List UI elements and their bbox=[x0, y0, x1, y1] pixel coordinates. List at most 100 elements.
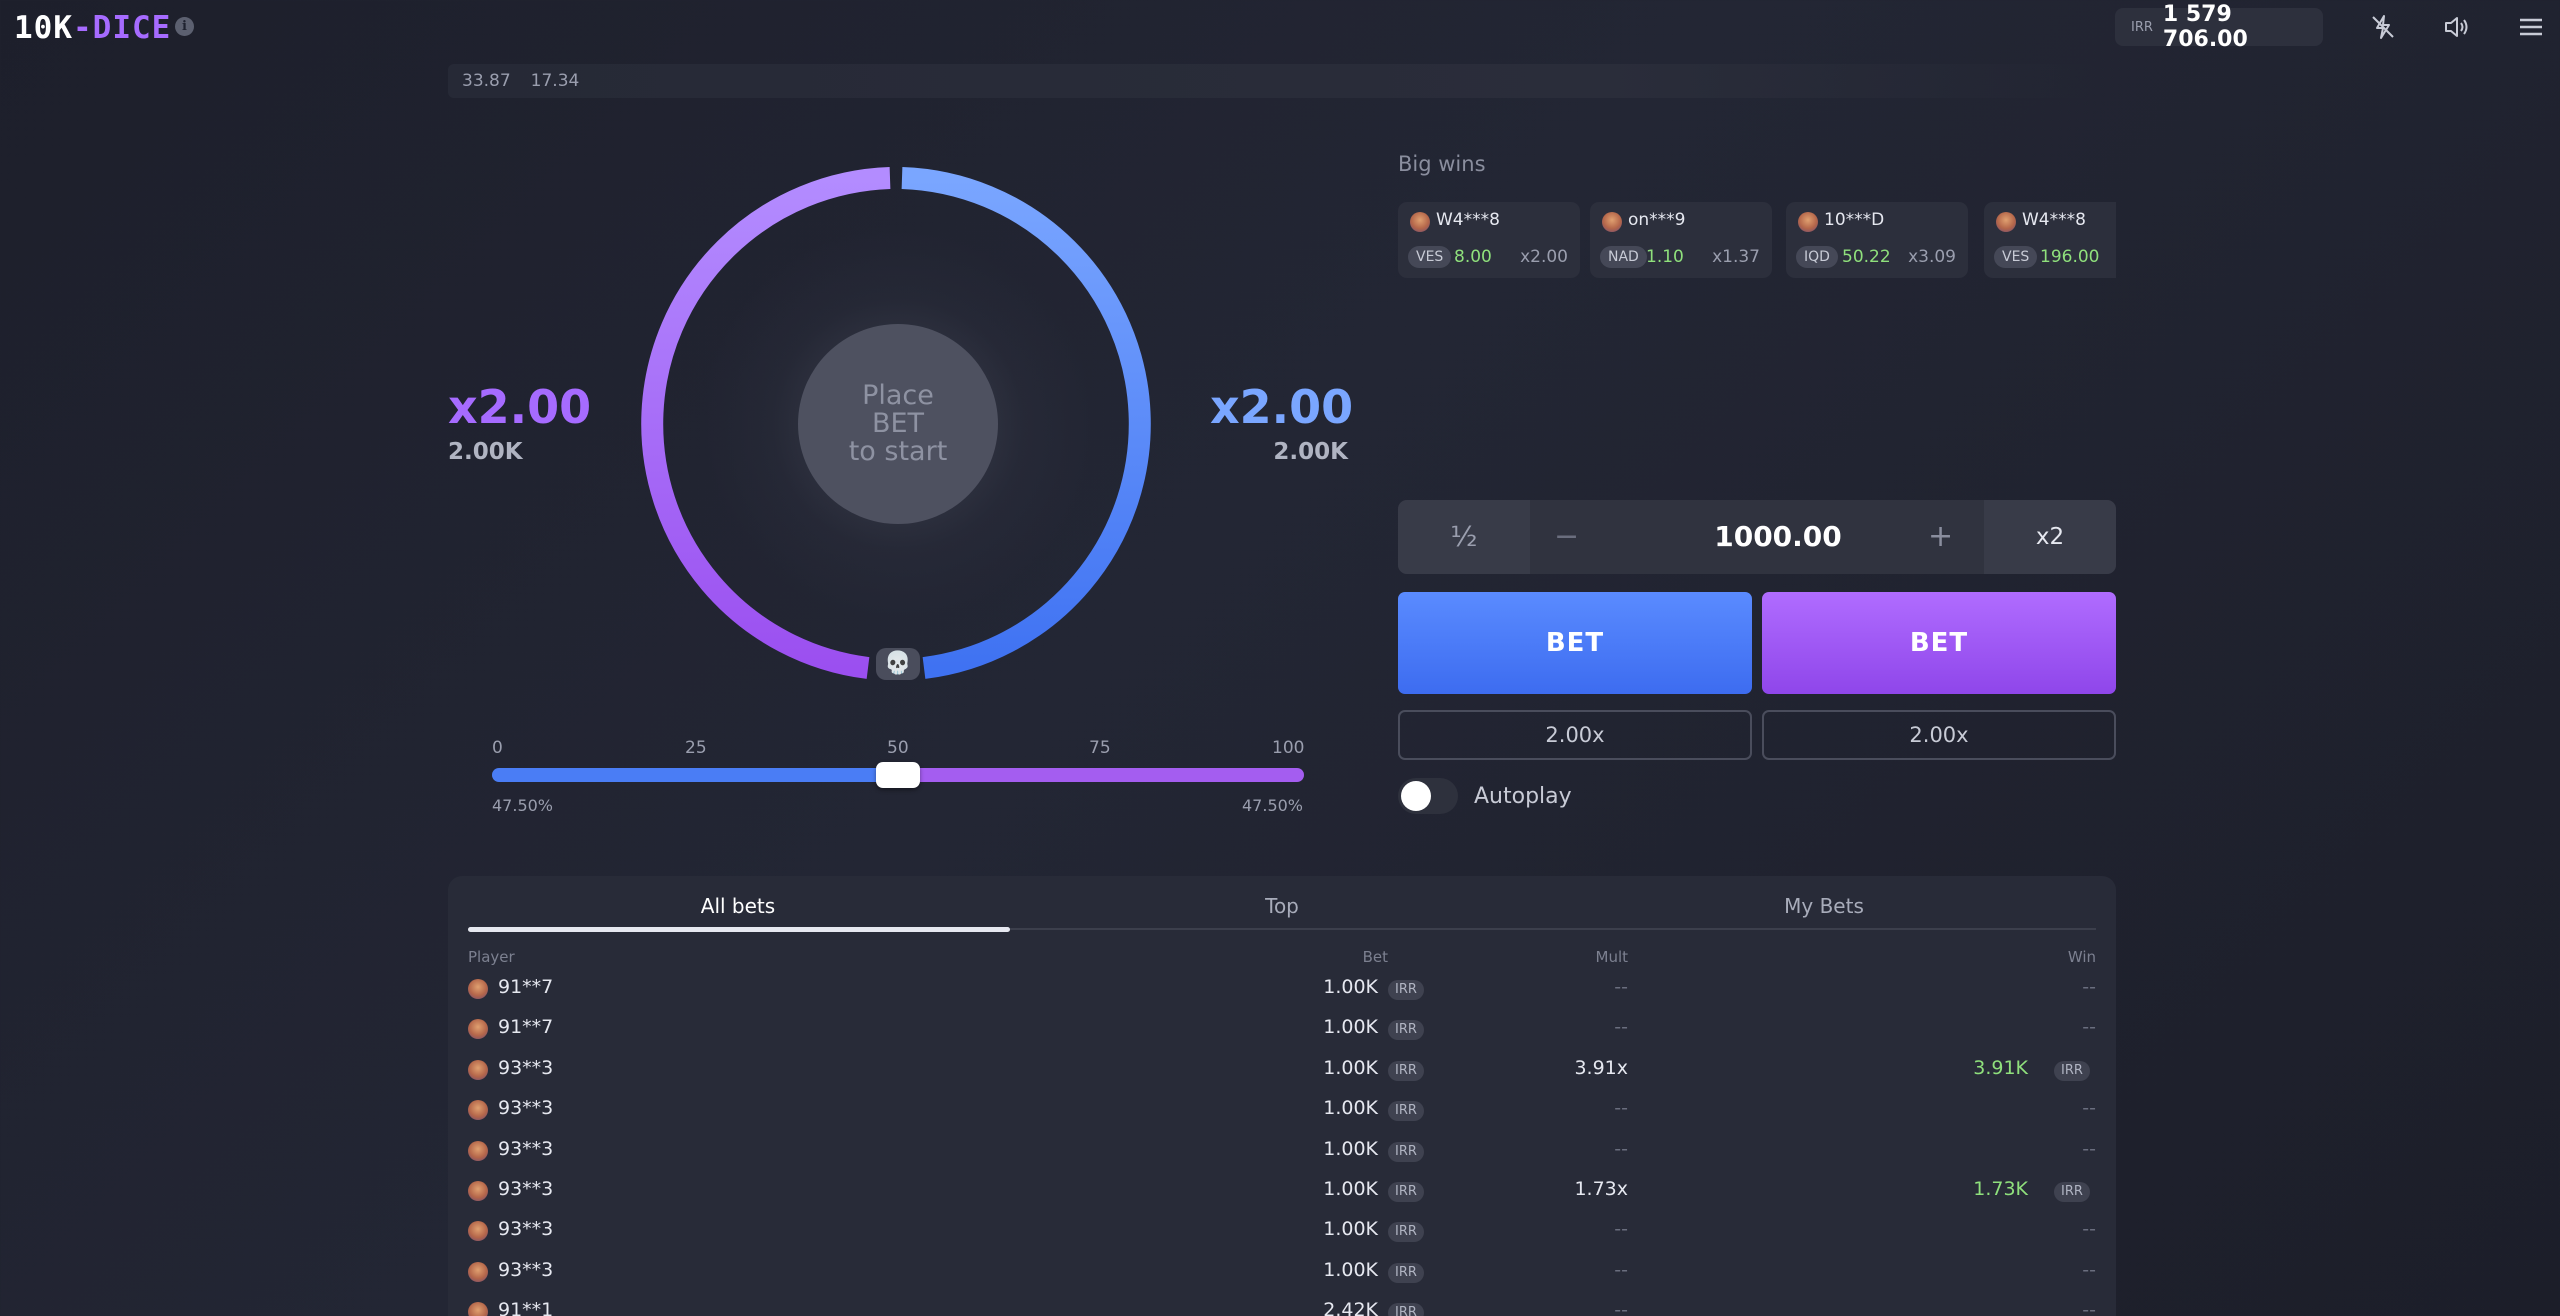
big-win-card[interactable]: on***9 NAD 1.10 x1.37 bbox=[1590, 202, 1772, 278]
bet-amount-control: ½ − 1000.00 + x2 bbox=[1398, 500, 2116, 574]
row-mult: 1.73x bbox=[1574, 1178, 1628, 1200]
row-player: 93**3 bbox=[498, 1258, 554, 1281]
avatar bbox=[1602, 212, 1622, 232]
row-bet: 1.00K bbox=[1323, 1056, 1378, 1079]
column-header-player: Player bbox=[468, 948, 515, 966]
info-icon[interactable]: i bbox=[175, 17, 194, 36]
center-text-line: to start bbox=[848, 436, 948, 467]
left-payout: 2.00K bbox=[448, 439, 523, 465]
history-item[interactable]: 33.87 bbox=[462, 71, 511, 91]
avatar bbox=[468, 1140, 488, 1161]
toggle-knob bbox=[1401, 781, 1431, 811]
slider-tick: 25 bbox=[685, 738, 707, 758]
table-row: 91**7 1.00K IRR -- -- bbox=[468, 970, 2096, 1010]
tab-top[interactable]: Top bbox=[1012, 894, 1552, 918]
row-bet-currency: IRR bbox=[1388, 1262, 1424, 1283]
big-win-card[interactable]: 10***D IQD 50.22 x3.09 bbox=[1786, 202, 1968, 278]
big-win-player: W4***8 bbox=[1436, 210, 1500, 230]
row-mult: -- bbox=[1614, 1097, 1628, 1120]
table-row: 93**3 1.00K IRR -- -- bbox=[468, 1212, 2096, 1252]
row-win: -- bbox=[2082, 1299, 2096, 1316]
decrease-amount-button[interactable]: − bbox=[1554, 500, 1579, 574]
row-win-currency: IRR bbox=[2054, 1182, 2090, 1202]
skull-icon: 💀 bbox=[876, 648, 920, 680]
left-multiplier: x2.00 bbox=[448, 380, 592, 434]
row-bet-currency: IRR bbox=[1388, 1303, 1424, 1316]
active-tab-indicator bbox=[468, 927, 1010, 932]
big-win-currency: NAD bbox=[1600, 246, 1647, 268]
slider-tick: 75 bbox=[1089, 738, 1111, 758]
row-win: 1.73K bbox=[1973, 1178, 2028, 1200]
avatar bbox=[468, 1221, 488, 1242]
table-row: 93**3 1.00K IRR -- -- bbox=[468, 1132, 2096, 1172]
row-mult: -- bbox=[1614, 1218, 1628, 1241]
logo-part1: 10K bbox=[14, 10, 73, 46]
avatar bbox=[468, 1261, 488, 1282]
avatar bbox=[1996, 212, 2016, 232]
table-row: 93**3 1.00K IRR 1.73x 1.73K IRR bbox=[468, 1172, 2096, 1212]
bets-panel: All bets Top My Bets Player Bet Mult Win… bbox=[448, 876, 2116, 1316]
half-amount-button[interactable]: ½ bbox=[1398, 500, 1530, 574]
row-win: -- bbox=[2082, 976, 2096, 998]
row-player: 91**7 bbox=[498, 1016, 554, 1039]
right-chance: 47.50% bbox=[1242, 796, 1304, 815]
tab-all-bets[interactable]: All bets bbox=[468, 894, 1008, 918]
avatar bbox=[1798, 212, 1818, 232]
sound-icon[interactable] bbox=[2442, 12, 2472, 42]
row-win: -- bbox=[2082, 1097, 2096, 1120]
increase-amount-button[interactable]: + bbox=[1928, 500, 1953, 574]
autoplay-toggle[interactable] bbox=[1398, 778, 1458, 814]
chance-slider-handle[interactable] bbox=[876, 762, 920, 788]
avatar bbox=[468, 979, 488, 999]
row-win: -- bbox=[2082, 1137, 2096, 1160]
row-bet: 1.00K bbox=[1323, 1016, 1378, 1039]
table-row: 93**3 1.00K IRR 3.91x 3.91K IRR bbox=[468, 1051, 2096, 1091]
row-mult: -- bbox=[1614, 1016, 1628, 1039]
row-player: 91**1 bbox=[498, 1299, 554, 1316]
slider-tick: 0 bbox=[492, 738, 503, 758]
big-win-amount: 8.00 bbox=[1454, 247, 1492, 267]
column-header-bet: Bet bbox=[1362, 948, 1388, 966]
bet-over-button[interactable]: BET bbox=[1762, 592, 2116, 694]
avatar bbox=[1410, 212, 1430, 232]
row-bet-currency: IRR bbox=[1388, 1101, 1424, 1122]
row-player: 93**3 bbox=[498, 1178, 554, 1200]
big-wins-list: W4***8 VES 8.00 x2.00 on***9 NAD 1.10 x1… bbox=[1398, 202, 2116, 278]
big-win-card[interactable]: W4***8 VES 8.00 x2.00 bbox=[1398, 202, 1580, 278]
row-player: 93**3 bbox=[498, 1218, 554, 1241]
row-player: 93**3 bbox=[498, 1137, 554, 1160]
row-bet: 2.42K bbox=[1323, 1299, 1378, 1316]
right-multiplier: x2.00 bbox=[1210, 380, 1354, 434]
row-win: -- bbox=[2082, 1258, 2096, 1281]
row-win: 3.91K bbox=[1973, 1056, 2028, 1079]
big-win-player: 10***D bbox=[1824, 210, 1885, 230]
row-bet: 1.00K bbox=[1323, 1178, 1378, 1200]
history-item[interactable]: 17.34 bbox=[531, 71, 580, 91]
avatar bbox=[468, 1059, 488, 1080]
results-history: 33.87 17.34 bbox=[448, 64, 2096, 98]
menu-icon[interactable] bbox=[2516, 12, 2546, 42]
row-player: 93**3 bbox=[498, 1056, 554, 1079]
big-win-amount: 196.00 bbox=[2040, 247, 2100, 267]
slider-tick: 50 bbox=[887, 738, 909, 758]
bet-amount-input[interactable]: 1000.00 bbox=[1698, 500, 1858, 574]
tab-my-bets[interactable]: My Bets bbox=[1554, 894, 2094, 918]
row-bet-currency: IRR bbox=[1388, 980, 1424, 1000]
bet-under-button[interactable]: BET bbox=[1398, 592, 1752, 694]
payout-right-field[interactable]: 2.00x bbox=[1762, 710, 2116, 760]
row-player: 93**3 bbox=[498, 1097, 554, 1120]
row-bet-currency: IRR bbox=[1388, 1141, 1424, 1162]
payout-left-field[interactable]: 2.00x bbox=[1398, 710, 1752, 760]
big-wins-title: Big wins bbox=[1398, 152, 1486, 176]
right-payout: 2.00K bbox=[1273, 439, 1348, 465]
big-win-player: on***9 bbox=[1628, 210, 1686, 230]
center-text-line: Place bbox=[862, 380, 934, 411]
row-bet: 1.00K bbox=[1323, 1218, 1378, 1241]
big-win-card[interactable]: W4***8 VES 196.00 bbox=[1984, 202, 2116, 278]
big-win-mult: x3.09 bbox=[1908, 247, 1956, 267]
turbo-off-icon[interactable] bbox=[2368, 12, 2398, 42]
avatar bbox=[468, 1181, 488, 1201]
column-header-win: Win bbox=[2067, 948, 2096, 966]
double-amount-button[interactable]: x2 bbox=[1984, 500, 2116, 574]
row-bet: 1.00K bbox=[1323, 976, 1378, 998]
